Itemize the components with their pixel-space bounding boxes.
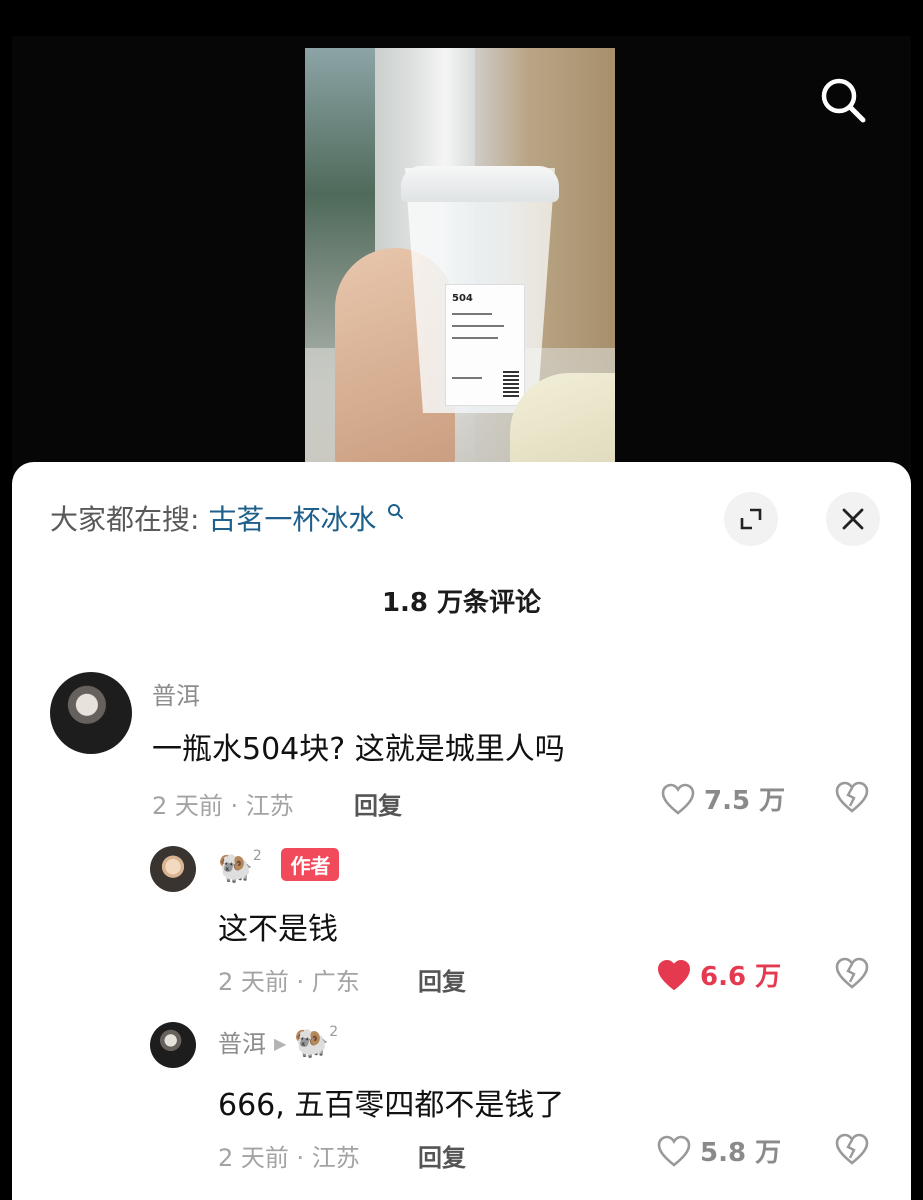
close-button[interactable] [826,492,880,546]
like-button[interactable]: 7.5 万 [660,780,785,817]
cup-label-line [452,377,482,379]
cup-lid-image [401,166,559,202]
avatar[interactable] [50,672,132,754]
comment-reply-item: 普洱 ▶ 🐏2 666, 五百零四都不是钱了 2 天前 · 江苏 回复 5.8 万 [12,1022,911,1182]
comment-reply-item: 🐏2 作者 这不是钱 2 天前 · 广东 回复 6.6 万 [12,846,911,1006]
comment-author-name: 🐏 [218,851,253,884]
comment-location: 江苏 [311,1144,360,1172]
comment-item: 普洱 一瓶水504块? 这就是城里人吗 2 天前 · 江苏 回复 7.5 万 [12,672,911,832]
comment-count: 1.8 万条评论 [381,588,542,618]
comment-location: 江苏 [245,792,294,820]
reply-button[interactable]: 回复 [418,1138,466,1173]
avatar[interactable] [150,846,196,892]
comment-author[interactable]: 普洱 [152,676,200,711]
expand-button[interactable] [724,492,778,546]
comment-time: 2 天前 [218,968,289,996]
cup-label-number: 504 [452,293,473,304]
like-count: 6.6 万 [700,962,782,992]
heart-icon [661,783,695,815]
cup-label: 504 [445,284,525,406]
avatar[interactable] [150,1022,196,1068]
trending-search[interactable]: 大家都在搜: 古茗一杯冰水 [50,500,404,540]
author-badge: 作者 [281,848,340,881]
comment-text: 666, 五百零四都不是钱了 [218,1088,565,1123]
search-button[interactable] [815,72,871,128]
like-button[interactable]: 6.6 万 [656,956,781,993]
qr-code [503,371,519,397]
heart-icon [657,1135,691,1167]
trending-search-prefix: 大家都在搜 [50,503,191,536]
broken-heart-icon[interactable] [834,956,870,990]
comment-sheet: 大家都在搜: 古茗一杯冰水 1.8 万条评论 普洱 一瓶水504块? 这就是城里… [12,462,911,1200]
comment-author[interactable]: 普洱 ▶ 🐏2 [218,1024,338,1059]
reply-to-name: 🐏 [294,1026,330,1059]
comment-author[interactable]: 🐏2 作者 [218,848,340,884]
reply-button[interactable]: 回复 [354,786,402,821]
cup-label-line [452,313,492,315]
comment-meta: 2 天前 · 江苏 [152,792,294,820]
reply-arrow-icon: ▶ [274,1034,287,1053]
author-superscript: 2 [252,848,262,864]
reply-to-superscript: 2 [329,1024,339,1040]
like-button[interactable]: 5.8 万 [656,1132,781,1169]
heart-icon [657,959,691,990]
cup-label-line [452,325,504,327]
reply-button[interactable]: 回复 [418,962,466,997]
trending-search-colon: : [190,503,200,536]
comment-time: 2 天前 [218,1144,289,1172]
comment-text: 一瓶水504块? 这就是城里人吗 [152,732,565,767]
comment-time: 2 天前 [152,792,223,820]
comment-text: 这不是钱 [218,912,338,947]
expand-icon [740,508,762,530]
comment-location: 广东 [311,968,360,996]
broken-heart-icon[interactable] [834,1132,870,1166]
like-count: 5.8 万 [700,1138,782,1168]
video-frame[interactable]: 504 [305,48,615,468]
search-icon [388,504,404,519]
trending-search-term[interactable]: 古茗一杯冰水 [208,503,376,536]
close-icon [842,508,864,530]
comment-author-name: 普洱 [218,1030,266,1058]
comment-meta: 2 天前 · 江苏 [218,1144,360,1172]
cup-label-line [452,337,498,339]
search-icon [821,78,866,123]
broken-heart-icon[interactable] [834,780,870,814]
like-count: 7.5 万 [704,786,786,816]
comment-meta: 2 天前 · 广东 [218,968,360,996]
